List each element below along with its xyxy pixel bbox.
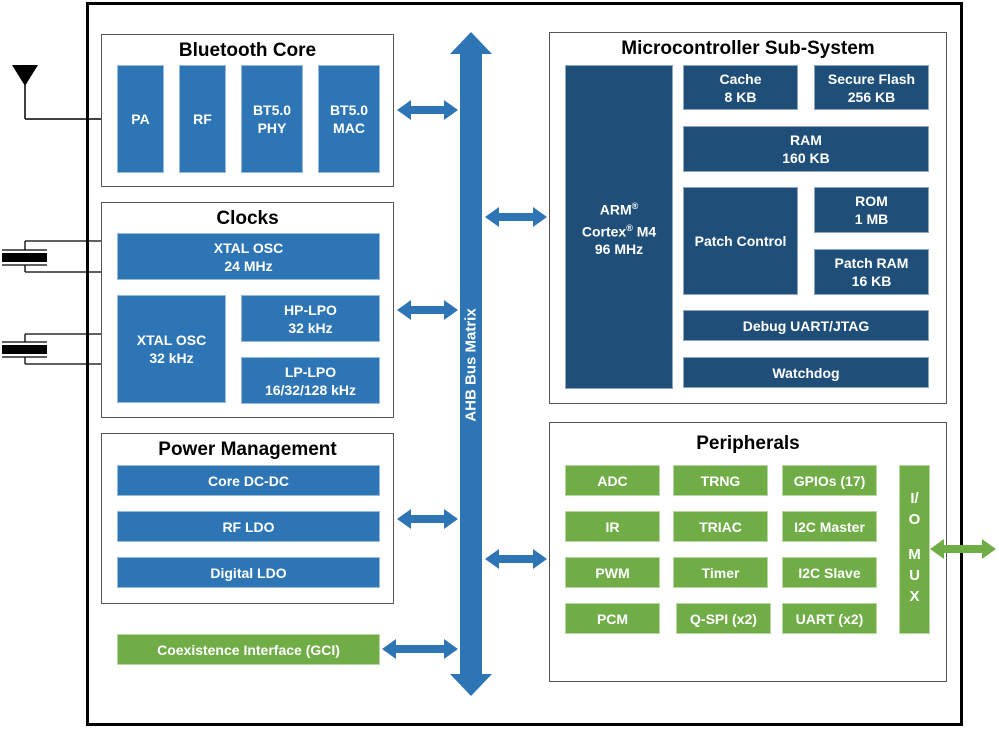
mcu-bus-arrow (485, 207, 547, 227)
ahb-bus-label: AHB Bus Matrix (462, 308, 480, 422)
io-external-arrow (930, 539, 996, 559)
peripherals-bus-arrow (485, 549, 547, 569)
bus-arrows (382, 32, 996, 696)
bluetooth-bus-arrow (397, 100, 458, 120)
power-bus-arrow (397, 509, 458, 529)
coex-bus-arrow (382, 639, 458, 659)
clocks-bus-arrow (397, 300, 458, 320)
